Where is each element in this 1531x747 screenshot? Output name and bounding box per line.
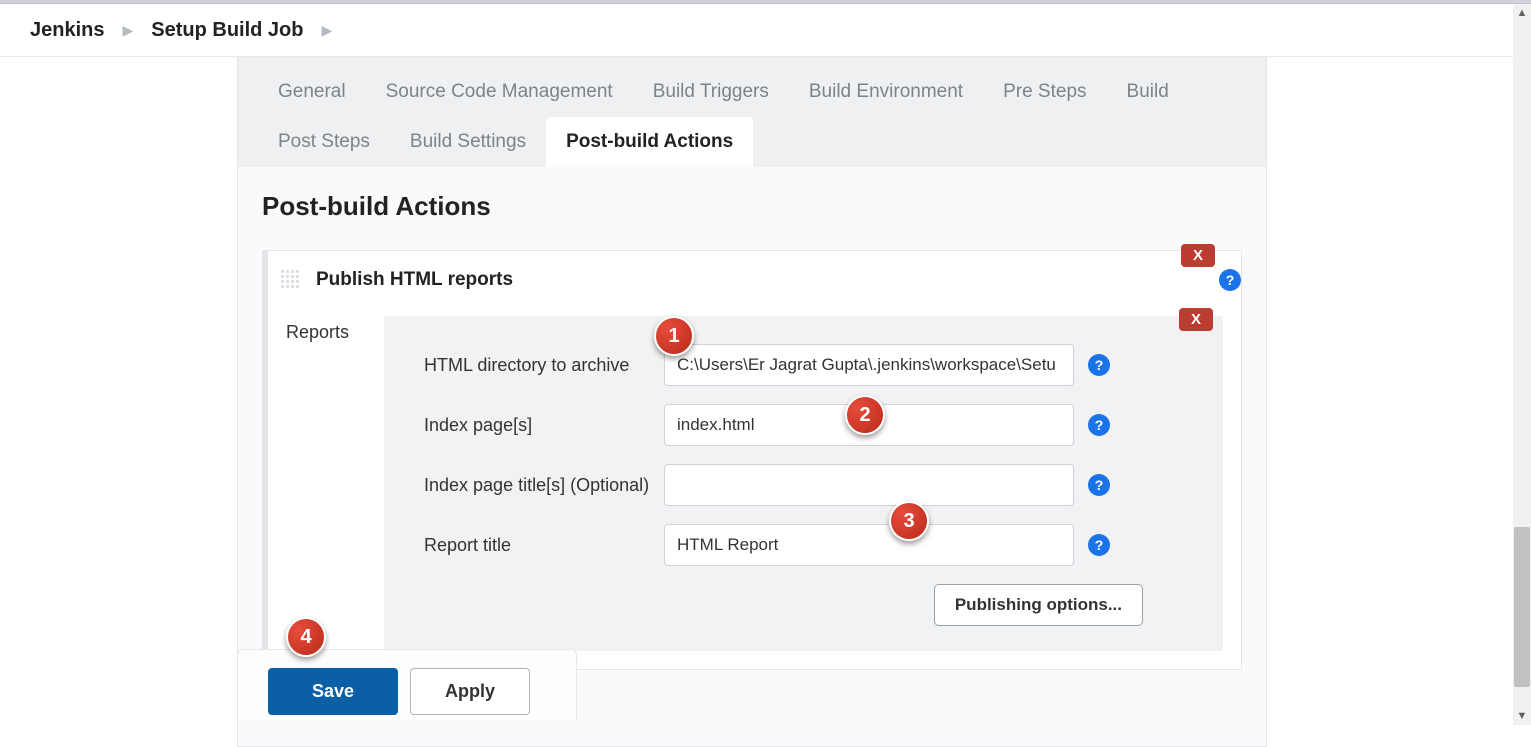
publishing-options-row: Publishing options... — [424, 584, 1203, 626]
remove-report-button[interactable]: X — [1179, 308, 1213, 331]
field-index-row: Index page[s] ? — [424, 404, 1203, 446]
breadcrumb-root[interactable]: Jenkins — [30, 19, 104, 42]
html-dir-label: HTML directory to archive — [424, 355, 664, 376]
annotation-4: 4 — [286, 617, 326, 657]
publish-html-section: X ? Publish HTML reports Reports X HTML … — [262, 250, 1242, 670]
tab-build[interactable]: Build — [1107, 67, 1189, 117]
form-actions: Save Apply — [237, 649, 577, 720]
reports-label: Reports — [286, 316, 366, 651]
tab-build-settings[interactable]: Build Settings — [390, 117, 546, 167]
tab-build-environment[interactable]: Build Environment — [789, 67, 983, 117]
field-report-title-row: Report title ? — [424, 524, 1203, 566]
help-icon[interactable]: ? — [1088, 354, 1110, 376]
annotation-1: 1 — [654, 316, 694, 356]
tab-post-build-actions[interactable]: Post-build Actions — [546, 117, 753, 167]
config-panel: General Source Code Management Build Tri… — [237, 57, 1267, 747]
help-icon[interactable]: ? — [1219, 269, 1241, 291]
apply-button[interactable]: Apply — [410, 668, 530, 715]
chevron-right-icon: ▶ — [122, 22, 133, 39]
breadcrumb-job[interactable]: Setup Build Job — [151, 19, 303, 42]
annotation-2: 2 — [845, 395, 885, 435]
tab-post-steps[interactable]: Post Steps — [258, 117, 390, 167]
field-html-dir-row: HTML directory to archive ? — [424, 344, 1203, 386]
field-index-title-row: Index page title[s] (Optional) ? — [424, 464, 1203, 506]
tab-general[interactable]: General — [258, 67, 366, 117]
help-icon[interactable]: ? — [1088, 474, 1110, 496]
save-button[interactable]: Save — [268, 668, 398, 715]
index-title-label: Index page title[s] (Optional) — [424, 475, 664, 496]
chevron-right-icon: ▶ — [321, 22, 332, 39]
breadcrumb: Jenkins ▶ Setup Build Job ▶ — [0, 4, 1531, 57]
reports-row: Reports X HTML directory to archive ? In… — [286, 316, 1223, 651]
section-title: Publish HTML reports — [316, 269, 1223, 291]
report-title-label: Report title — [424, 535, 664, 556]
report-title-input[interactable] — [664, 524, 1074, 566]
help-icon[interactable]: ? — [1088, 414, 1110, 436]
vertical-scrollbar[interactable]: ▲ ▼ — [1513, 4, 1531, 725]
annotation-3: 3 — [889, 501, 929, 541]
index-title-input[interactable] — [664, 464, 1074, 506]
help-icon[interactable]: ? — [1088, 534, 1110, 556]
config-tabs: General Source Code Management Build Tri… — [237, 57, 1267, 167]
html-dir-input[interactable] — [664, 344, 1074, 386]
report-entry: X HTML directory to archive ? Index page… — [384, 316, 1223, 651]
tab-build-triggers[interactable]: Build Triggers — [633, 67, 789, 117]
index-page-label: Index page[s] — [424, 415, 664, 436]
tab-scm[interactable]: Source Code Management — [366, 67, 633, 117]
publishing-options-button[interactable]: Publishing options... — [934, 584, 1143, 626]
tab-pre-steps[interactable]: Pre Steps — [983, 67, 1106, 117]
drag-handle-icon[interactable] — [280, 269, 300, 289]
scroll-down-arrow[interactable]: ▼ — [1513, 707, 1531, 725]
page-title: Post-build Actions — [262, 191, 1242, 222]
scroll-thumb[interactable] — [1514, 527, 1530, 687]
scroll-up-arrow[interactable]: ▲ — [1513, 4, 1531, 22]
remove-section-button[interactable]: X — [1181, 244, 1215, 267]
